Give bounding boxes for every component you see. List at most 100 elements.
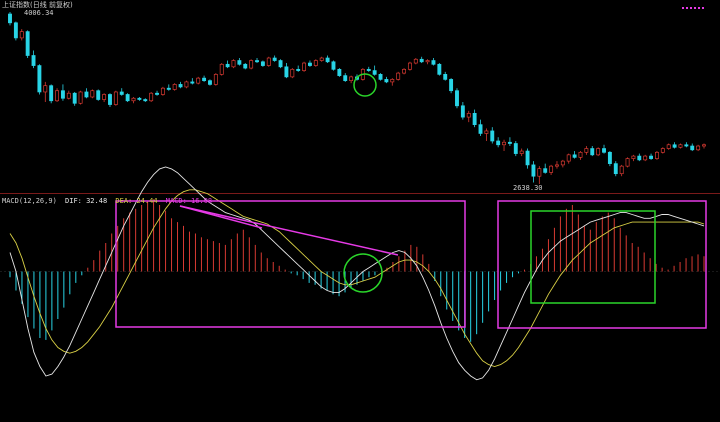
candle-body	[84, 91, 89, 98]
candle-body	[260, 61, 265, 66]
candle-body	[413, 58, 418, 64]
candle-body	[49, 85, 54, 102]
candle-body	[255, 60, 259, 63]
candle-body	[143, 99, 148, 102]
candle-body	[172, 84, 177, 90]
candle-body	[654, 151, 659, 159]
candle-body	[666, 144, 671, 149]
candle-body	[249, 60, 254, 69]
candle-body	[449, 79, 454, 92]
candle-body	[407, 62, 412, 70]
candle-body	[313, 60, 318, 66]
candle-body	[590, 148, 595, 156]
candle-body	[478, 124, 483, 134]
candle-body	[31, 55, 36, 66]
candle-body	[190, 81, 195, 84]
candle-body	[66, 92, 71, 99]
candle-body	[243, 63, 248, 69]
candle-body	[19, 31, 24, 39]
candle-body	[213, 74, 218, 85]
candle-body	[625, 158, 630, 167]
candle-body	[672, 144, 677, 148]
candle-body	[331, 61, 336, 70]
candle-body	[425, 60, 430, 63]
candle-body	[525, 150, 530, 166]
candle-body	[155, 92, 159, 95]
candle-body	[549, 165, 554, 173]
candle-body	[696, 145, 701, 151]
candle-body	[460, 105, 465, 118]
candle-body	[384, 79, 389, 83]
candle-body	[102, 94, 107, 100]
candle-body	[490, 130, 495, 142]
candle-body	[178, 84, 183, 88]
macd-value-label: MACD: 16.08	[165, 197, 213, 205]
dea-value-label: DEA: 24.44	[115, 197, 158, 205]
candle-body	[184, 81, 189, 88]
candle-body	[631, 155, 636, 159]
candle-body	[366, 68, 371, 71]
candle-body	[166, 87, 171, 90]
candle-body	[578, 151, 583, 158]
candle-body	[507, 141, 512, 144]
candle-body	[349, 76, 354, 81]
candle-body	[513, 143, 518, 154]
candle-body	[466, 112, 471, 118]
candle-body	[390, 79, 395, 83]
candle-body	[678, 144, 683, 148]
candle-body	[131, 97, 136, 102]
candle-body	[8, 13, 12, 24]
candle-body	[202, 77, 207, 81]
candle-body	[484, 130, 489, 134]
candle-body	[266, 57, 271, 66]
candle-body	[378, 74, 383, 80]
candle-body	[60, 90, 65, 99]
candle-body	[302, 62, 307, 71]
candle-body	[502, 141, 506, 146]
candle-body	[278, 60, 283, 68]
candle-body	[37, 65, 42, 93]
candle-body	[649, 155, 654, 159]
candle-body	[125, 94, 130, 102]
candle-body	[455, 90, 459, 107]
candle-body	[78, 91, 83, 104]
candle-body	[560, 160, 565, 166]
candle-body	[602, 148, 606, 153]
candle-body	[596, 148, 601, 156]
candle-body	[284, 66, 289, 78]
candle-body	[25, 31, 30, 56]
high-price-label: 4006.34	[24, 9, 54, 17]
candle-body	[72, 92, 77, 104]
candle-body	[219, 63, 224, 75]
candle-body	[543, 168, 548, 173]
low-price-label: 2638.30	[513, 184, 543, 192]
candle-body	[396, 72, 401, 80]
candle-body	[619, 165, 624, 175]
dif-value-label: DIF: 32.48	[65, 197, 108, 205]
candle-body	[119, 91, 124, 95]
candle-body	[343, 75, 348, 81]
candle-body	[337, 68, 342, 76]
candle-body	[307, 62, 312, 66]
macd-legend: MACD(12,26,9) DIF: 32.48 DEA: 24.44 MACD…	[2, 197, 216, 206]
candle-body	[637, 155, 642, 161]
candle-body	[43, 85, 48, 93]
candle-body	[419, 58, 424, 63]
candle-body	[643, 155, 648, 161]
candle-body	[584, 148, 589, 153]
candle-body	[402, 68, 407, 74]
candle-body	[290, 68, 295, 78]
candle-body	[319, 57, 324, 61]
candle-body	[531, 164, 536, 177]
candle-body	[272, 57, 277, 61]
candle-body	[607, 151, 612, 164]
candle-body	[431, 60, 436, 65]
candle-body	[613, 163, 618, 175]
candle-body	[108, 94, 112, 105]
candle-body	[537, 168, 542, 177]
candle-body	[443, 74, 448, 80]
candle-body	[660, 148, 665, 153]
candle-body	[90, 90, 95, 98]
candle-body	[296, 68, 301, 71]
candle-body	[149, 92, 154, 102]
